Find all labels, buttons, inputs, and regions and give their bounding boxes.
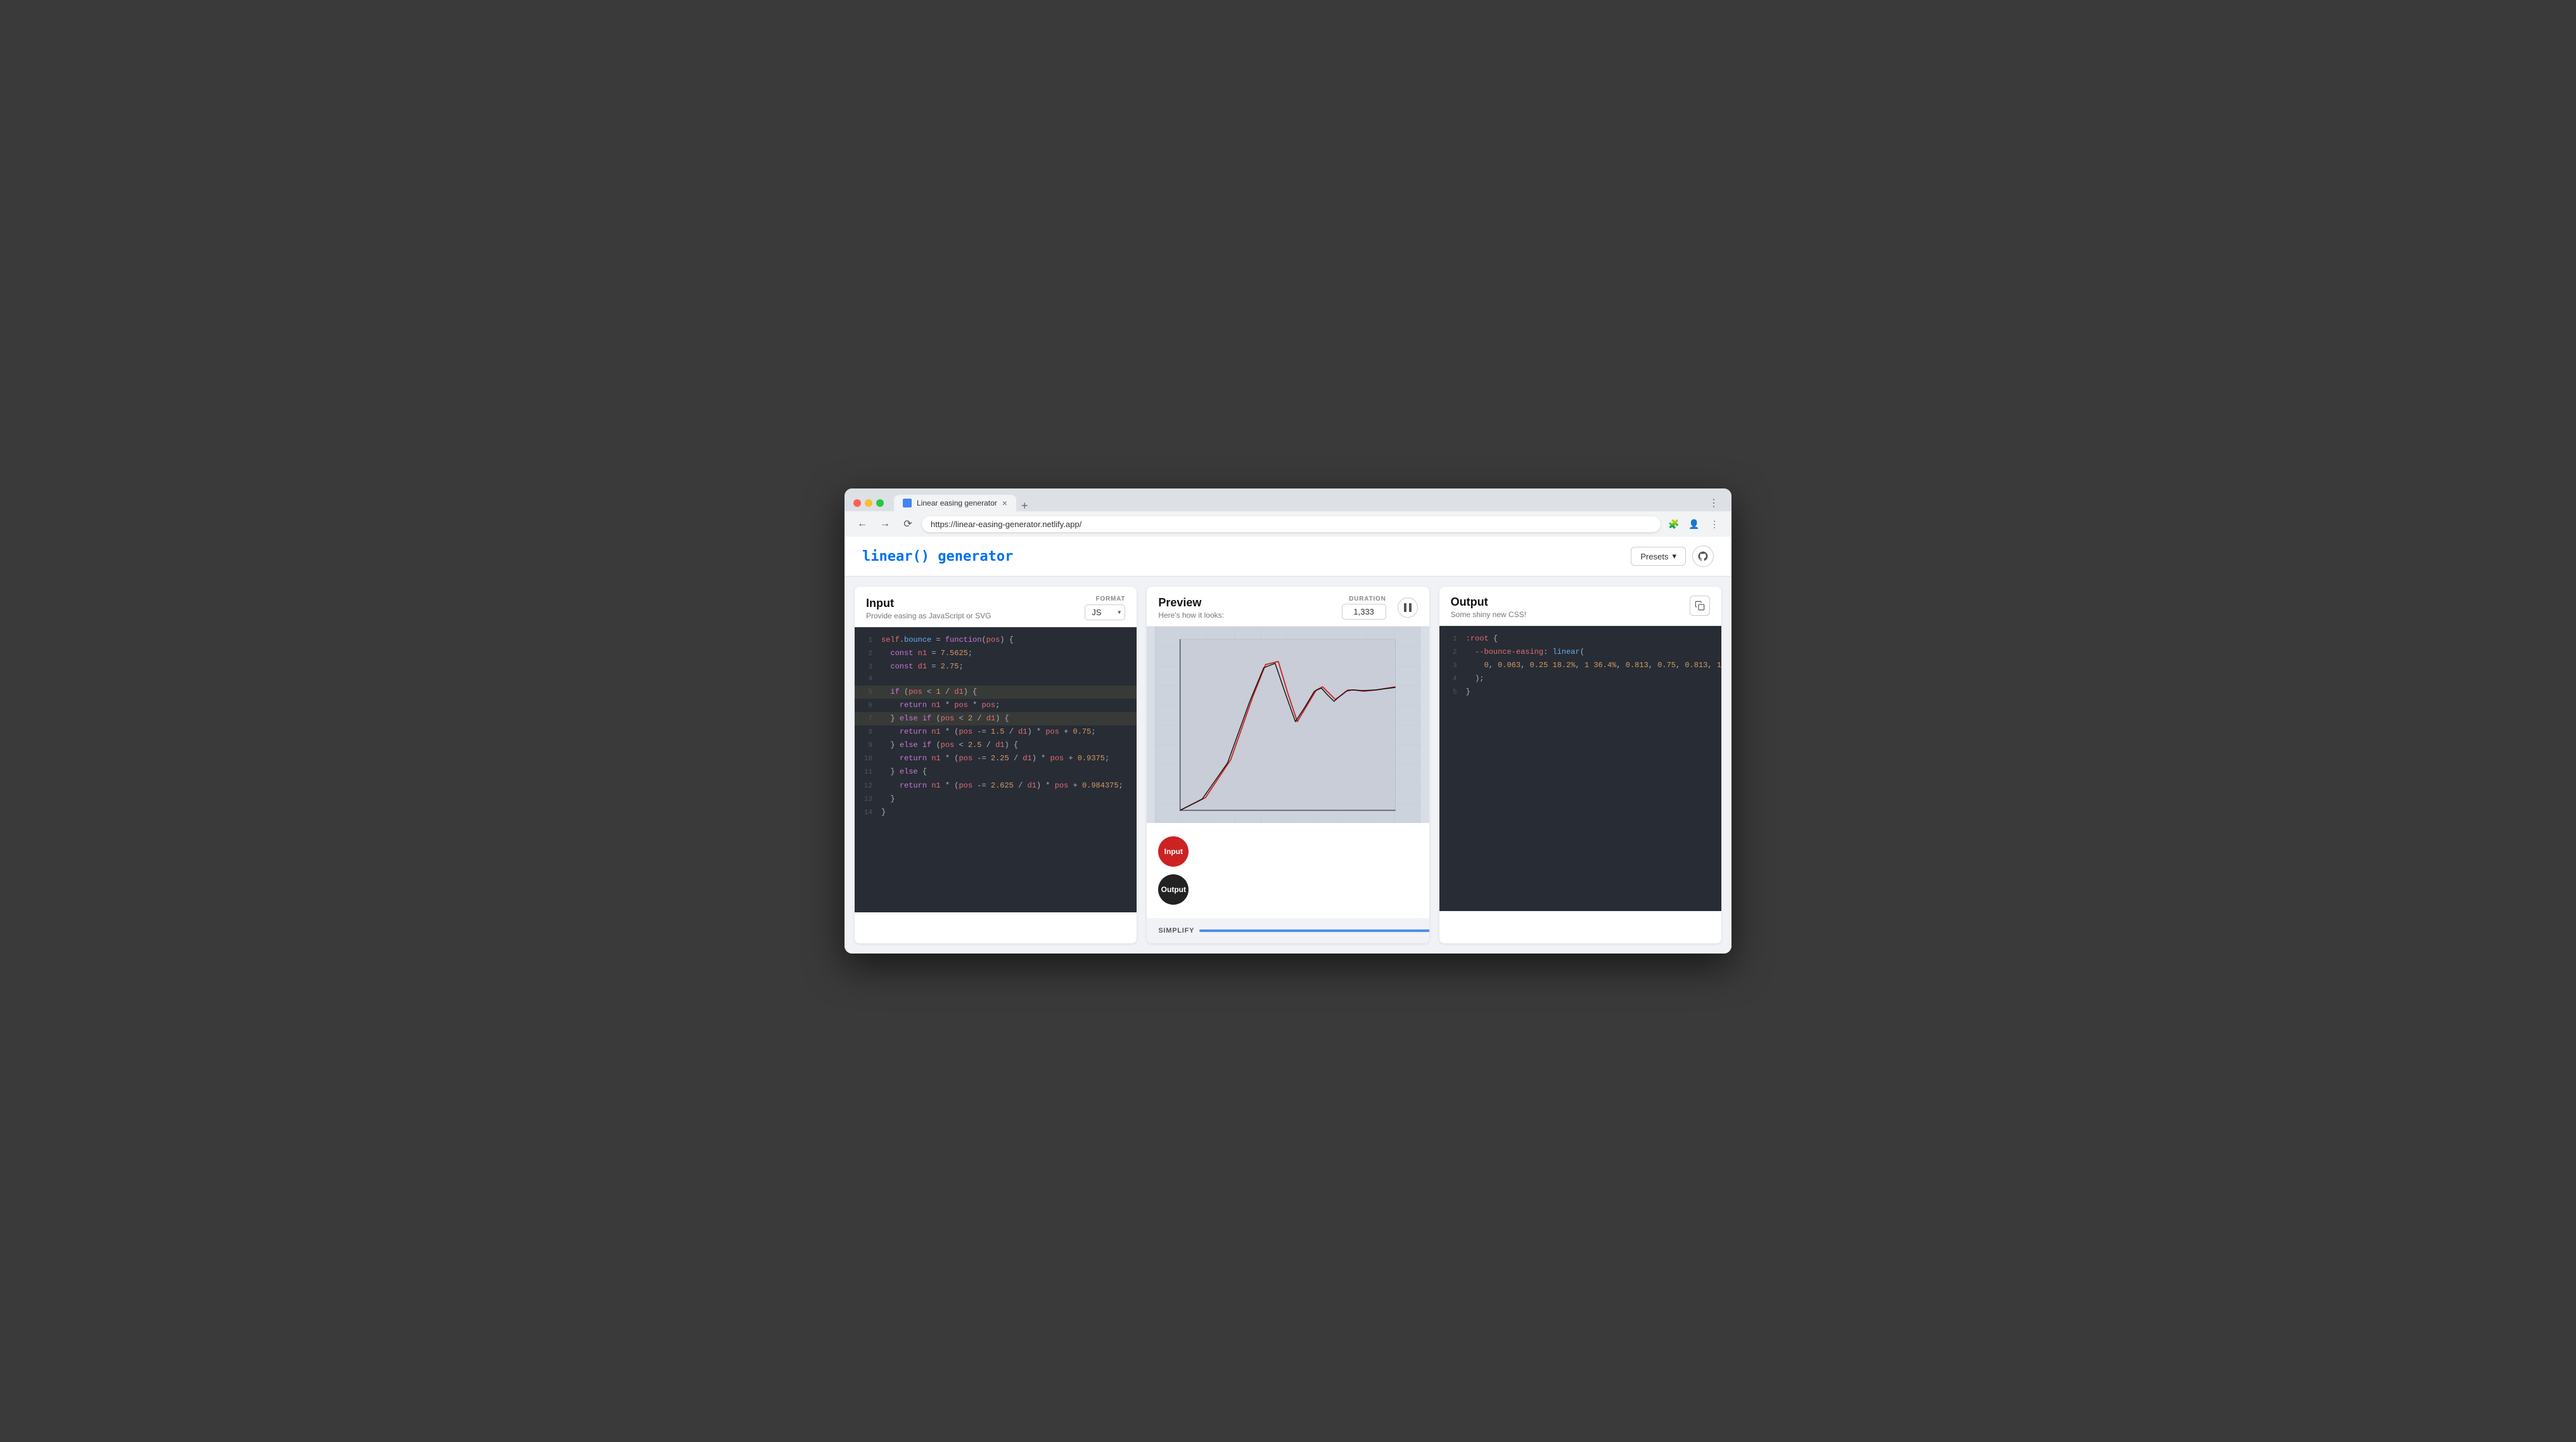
browser-menu-button[interactable]: ⋮ <box>1705 497 1723 509</box>
code-line: 12 return n1 * (pos -= 2.625 / d1) * pos… <box>855 779 1137 793</box>
omnibox-row: ← → ⟳ 🧩 👤 ⋮ <box>845 511 1731 537</box>
duration-input[interactable] <box>1342 604 1386 620</box>
copy-icon <box>1695 601 1705 611</box>
browser-window: Linear easing generator × + ⋮ ← → ⟳ 🧩 👤 … <box>845 488 1731 954</box>
output-code-line: 4 ); <box>1439 672 1721 686</box>
maximize-button[interactable] <box>876 499 884 507</box>
code-line: 10 return n1 * (pos -= 2.25 / d1) * pos … <box>855 752 1137 765</box>
code-line: 8 return n1 * (pos -= 1.5 / d1) * pos + … <box>855 725 1137 739</box>
code-line: 14} <box>855 806 1137 819</box>
preview-panel-subtitle: Here's how it looks: <box>1158 611 1224 620</box>
sliders-row: SIMPLIFY ROUND <box>1147 918 1429 943</box>
app-logo: linear() generator <box>862 549 1013 565</box>
output-ball: Output <box>1158 874 1189 905</box>
code-line: 6 return n1 * pos * pos; <box>855 699 1137 712</box>
preview-panel: Preview Here's how it looks: DURATION <box>1147 587 1429 943</box>
animation-demo: Input Output <box>1147 823 1429 918</box>
app-header: linear() generator Presets ▾ <box>845 537 1731 577</box>
browser-controls: ⋮ <box>1705 497 1723 509</box>
output-code-editor: 1:root { 2 --bounce-easing: linear( 3 0,… <box>1439 626 1721 911</box>
input-panel-subtitle: Provide easing as JavaScript or SVG <box>866 611 991 620</box>
back-button[interactable]: ← <box>853 515 871 533</box>
preview-title-group: Preview Here's how it looks: <box>1158 596 1224 620</box>
output-panel-header: Output Some shiny new CSS! <box>1439 587 1721 626</box>
github-button[interactable] <box>1692 546 1714 567</box>
tab-favicon <box>903 499 912 507</box>
input-panel: Input Provide easing as JavaScript or SV… <box>855 587 1137 943</box>
browser-menu-icon[interactable]: ⋮ <box>1706 516 1723 532</box>
code-line: 9 } else if (pos < 2.5 / d1) { <box>855 739 1137 752</box>
close-button[interactable] <box>853 499 861 507</box>
format-wrapper: JS SVG <box>1085 604 1125 620</box>
address-bar[interactable] <box>922 516 1661 532</box>
duration-group: DURATION <box>1342 596 1386 620</box>
code-line: 7 } else if (pos < 2 / d1) { <box>855 712 1137 725</box>
output-panel: Output Some shiny new CSS! 1:root { 2 --… <box>1439 587 1721 943</box>
preview-panel-title: Preview <box>1158 596 1224 609</box>
copy-button[interactable] <box>1690 596 1710 616</box>
forward-button[interactable]: → <box>876 515 894 533</box>
omnibar-icons: 🧩 👤 ⋮ <box>1666 516 1723 532</box>
output-panel-subtitle: Some shiny new CSS! <box>1451 610 1526 619</box>
code-line: 1self.bounce = function(pos) { <box>855 634 1137 647</box>
github-icon <box>1697 551 1709 562</box>
code-line: 4 <box>855 673 1137 686</box>
simplify-fill <box>1199 929 1429 932</box>
input-panel-header: Input Provide easing as JavaScript or SV… <box>855 587 1137 627</box>
profile-button[interactable]: 👤 <box>1686 516 1702 532</box>
input-panel-title-group: Input Provide easing as JavaScript or SV… <box>866 597 991 620</box>
output-code-line: 1:root { <box>1439 632 1721 646</box>
input-panel-title: Input <box>866 597 991 610</box>
format-select[interactable]: JS SVG <box>1085 604 1125 620</box>
minimize-button[interactable] <box>865 499 872 507</box>
input-ball: Input <box>1158 836 1189 867</box>
presets-label: Presets <box>1640 552 1668 561</box>
pause-button[interactable] <box>1398 597 1418 618</box>
new-tab-button[interactable]: + <box>1016 500 1033 511</box>
preview-panel-header: Preview Here's how it looks: DURATION <box>1147 587 1429 627</box>
active-tab[interactable]: Linear easing generator × <box>894 495 1016 511</box>
code-line: 3 const d1 = 2.75; <box>855 660 1137 673</box>
titlebar: Linear easing generator × + ⋮ <box>845 488 1731 511</box>
code-editor[interactable]: 1self.bounce = function(pos) { 2 const n… <box>855 627 1137 912</box>
output-code-line: 3 0, 0.063, 0.25 18.2%, 1 36.4%, 0.813, … <box>1439 659 1721 672</box>
code-line: 5 if (pos < 1 / d1) { <box>855 686 1137 699</box>
header-actions: Presets ▾ <box>1631 546 1714 567</box>
reload-button[interactable]: ⟳ <box>899 515 917 533</box>
output-code-line: 5} <box>1439 686 1721 699</box>
simplify-label: SIMPLIFY <box>1158 927 1194 935</box>
easing-graph <box>1147 627 1429 823</box>
output-panel-title: Output <box>1451 596 1526 609</box>
presets-chevron-icon: ▾ <box>1672 551 1676 561</box>
duration-label: DURATION <box>1349 596 1386 603</box>
tab-close-icon[interactable]: × <box>1002 499 1007 507</box>
app-container: linear() generator Presets ▾ Inp <box>845 537 1731 954</box>
simplify-slider[interactable] <box>1199 929 1429 932</box>
pause-icon <box>1404 603 1412 612</box>
main-content: Input Provide easing as JavaScript or SV… <box>845 577 1731 954</box>
code-line: 2 const n1 = 7.5625; <box>855 647 1137 660</box>
tab-bar: Linear easing generator × + <box>894 495 1700 511</box>
graph-svg <box>1147 627 1429 823</box>
output-title-group: Output Some shiny new CSS! <box>1451 596 1526 619</box>
tab-title: Linear easing generator <box>917 499 997 507</box>
traffic-lights <box>853 499 884 507</box>
format-select-group: FORMAT JS SVG <box>1085 596 1125 620</box>
simplify-slider-group: SIMPLIFY <box>1158 927 1429 935</box>
code-line: 13 } <box>855 793 1137 806</box>
format-label: FORMAT <box>1096 596 1126 603</box>
output-code-line: 2 --bounce-easing: linear( <box>1439 646 1721 659</box>
code-line: 11 } else { <box>855 765 1137 779</box>
extensions-button[interactable]: 🧩 <box>1666 516 1682 532</box>
presets-button[interactable]: Presets ▾ <box>1631 547 1686 566</box>
preview-controls: DURATION <box>1342 596 1418 620</box>
